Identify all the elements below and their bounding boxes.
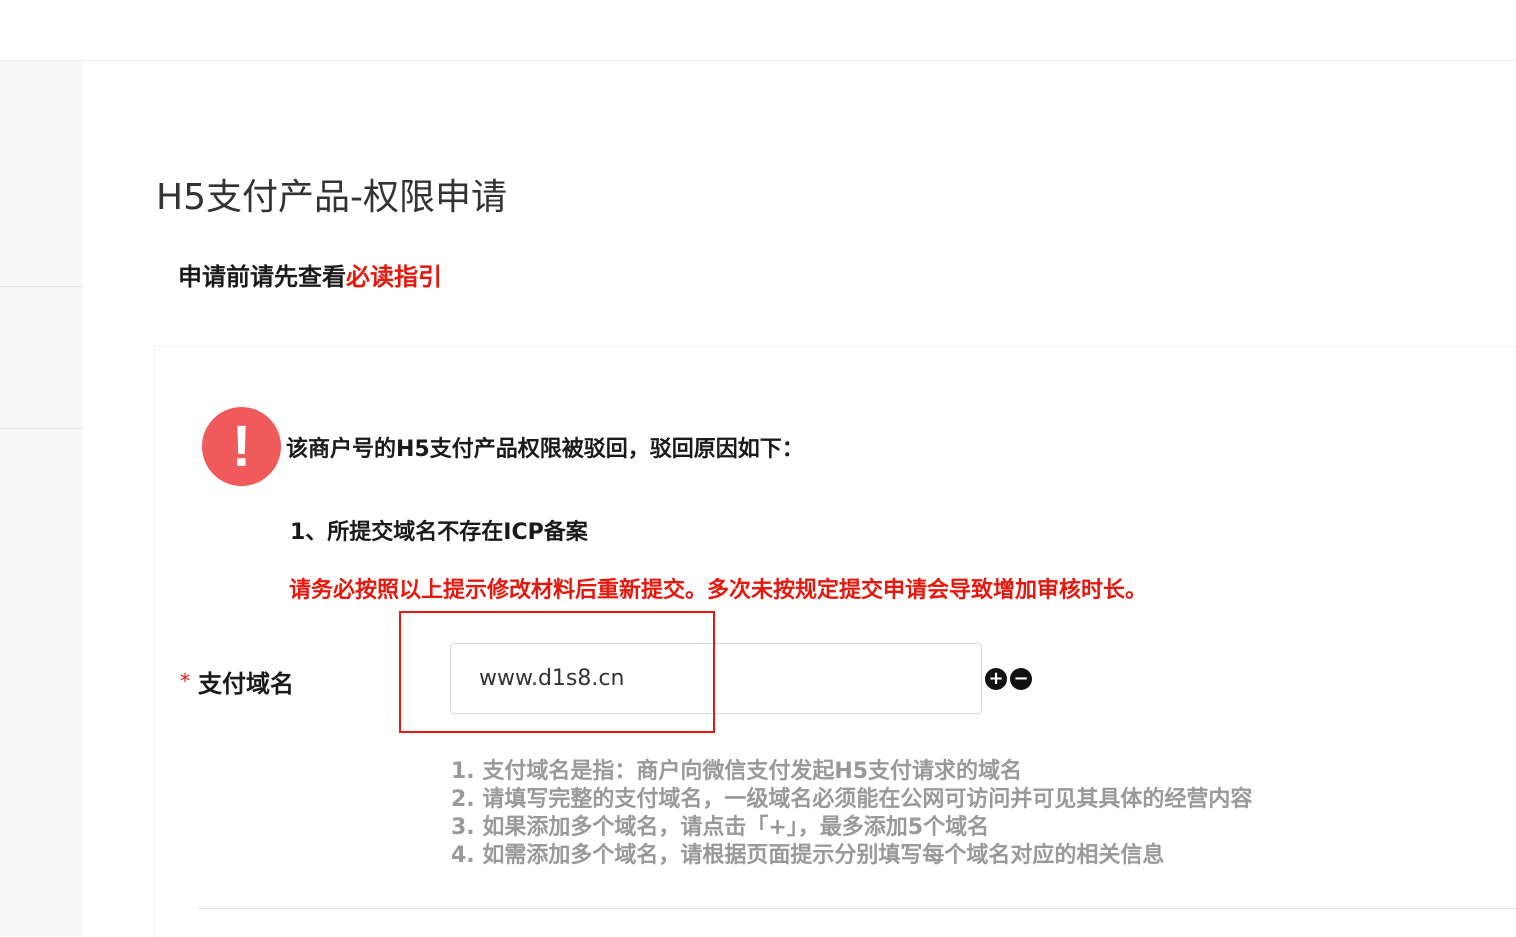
sidebar-divider (0, 428, 83, 429)
domain-tips: 1. 支付域名是指：商户向微信支付发起H5支付请求的域名 2. 请填写完整的支付… (451, 758, 1252, 870)
tip-item: 3. 如果添加多个域名，请点击「+」，最多添加5个域名 (451, 815, 990, 840)
guide-line: 申请前请先查看必读指引 (178, 257, 442, 292)
required-mark: * (180, 669, 190, 693)
tip-item: 4. 如需添加多个域名，请根据页面提示分别填写每个域名对应的相关信息 (451, 843, 1165, 868)
sidebar (0, 61, 83, 936)
domain-input[interactable] (450, 643, 982, 714)
sidebar-divider (0, 286, 83, 287)
rejection-title: 该商户号的H5支付产品权限被驳回，驳回原因如下： (286, 437, 804, 462)
exclamation-icon: ! (202, 407, 281, 486)
plus-icon: + (988, 668, 1004, 689)
page-title: H5支付产品-权限申请 (156, 177, 507, 218)
rejection-reason: 1、所提交域名不存在ICP备案 (290, 520, 588, 545)
domain-field-label: * 支付域名 (180, 664, 294, 699)
remove-domain-button[interactable]: − (1010, 668, 1032, 690)
add-domain-button[interactable]: + (985, 668, 1007, 690)
top-bar (0, 0, 1516, 61)
section-divider (198, 908, 1516, 909)
domain-label-text: 支付域名 (198, 670, 294, 698)
resubmit-warning: 请务必按照以上提示修改材料后重新提交。多次未按规定提交申请会导致增加审核时长。 (289, 578, 1148, 603)
tip-item: 1. 支付域名是指：商户向微信支付发起H5支付请求的域名 (451, 759, 1023, 784)
guide-prefix: 申请前请先查看 (178, 263, 346, 291)
guide-link[interactable]: 必读指引 (346, 263, 442, 291)
minus-icon: − (1013, 668, 1029, 689)
tip-item: 2. 请填写完整的支付域名，一级域名必须能在公网可访问并可见其具体的经营内容 (451, 787, 1253, 812)
